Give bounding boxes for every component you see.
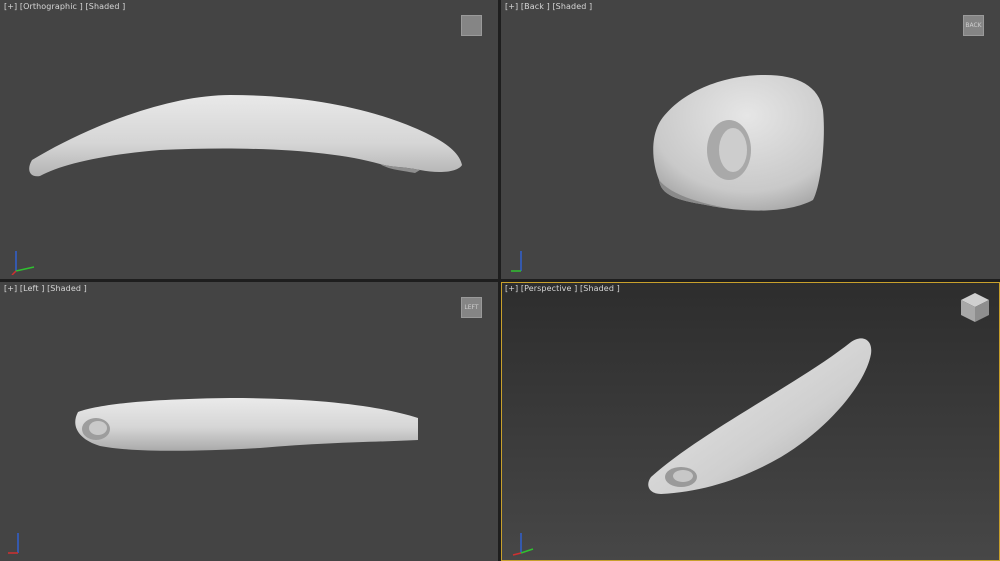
viewport-orthographic[interactable]: [+] [Orthographic ] [Shaded ] <box>0 0 498 279</box>
viewport-left[interactable]: [+] [Left ] [Shaded ] LEFT <box>0 282 498 561</box>
axis-gizmo-icon <box>511 251 522 272</box>
axis-gizmo-icon <box>8 533 19 554</box>
lure-model-perspective[interactable] <box>501 282 1000 561</box>
lure-model-back[interactable] <box>501 0 1000 279</box>
viewport-back[interactable]: [+] [Back ] [Shaded ] BACK <box>501 0 1000 279</box>
viewport-perspective[interactable]: [+] [Perspective ] [Shaded ] <box>501 282 1000 561</box>
lure-model-orthographic[interactable] <box>0 0 498 279</box>
lure-model-left[interactable] <box>0 282 498 561</box>
axis-gizmo-icon <box>11 251 35 275</box>
axis-gizmo-icon <box>512 533 534 556</box>
